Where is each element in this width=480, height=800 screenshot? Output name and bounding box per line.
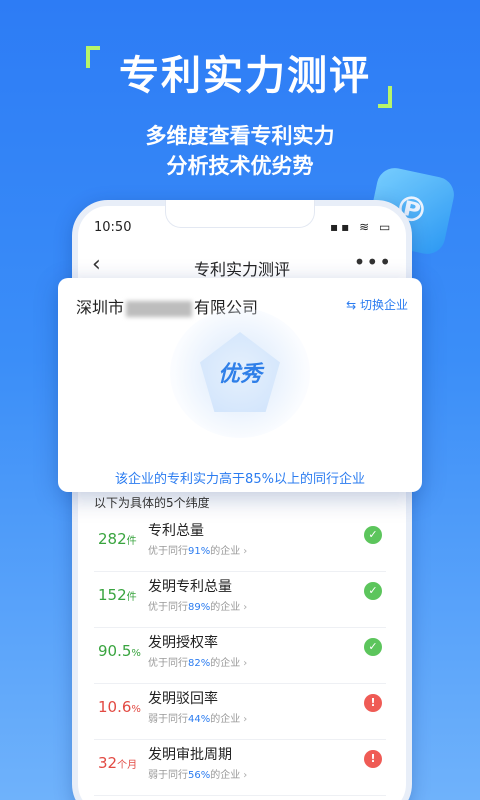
- bracket-decoration: [86, 46, 100, 68]
- chevron-right-icon: ›: [243, 714, 248, 725]
- dimension-name: 专利总量: [148, 523, 204, 539]
- dimension-name: 发明审批周期: [148, 747, 232, 763]
- warning-icon: !: [364, 750, 382, 768]
- dimension-row[interactable]: 32个月 发明审批周期弱于同行56%的企业 ›!: [94, 740, 386, 796]
- dimensions-title: 以下为具体的5个纬度: [94, 496, 210, 510]
- chevron-right-icon: ›: [243, 658, 248, 669]
- dimension-desc: 优于同行91%的企业 ›: [148, 546, 248, 557]
- hero-title: 专利实力测评: [119, 53, 371, 99]
- dimension-value: 282件: [98, 530, 137, 548]
- dimension-value: 90.5%: [98, 642, 141, 660]
- chevron-right-icon: ›: [243, 602, 248, 613]
- hero-banner: 专利实力测评 多维度查看专利实力 分析技术优劣势 ℗: [0, 0, 480, 258]
- dimension-name: 发明授权率: [148, 635, 218, 651]
- check-icon: ✓: [364, 638, 382, 656]
- dimension-value: 32个月: [98, 754, 138, 772]
- check-icon: ✓: [364, 526, 382, 544]
- dimension-desc: 弱于同行56%的企业 ›: [148, 770, 248, 781]
- status-time: 10:50: [94, 220, 132, 235]
- dimension-row[interactable]: 10.6% 发明驳回率弱于同行44%的企业 ›!: [94, 684, 386, 740]
- dimension-value: 10.6%: [98, 698, 141, 716]
- switch-label: 切换企业: [359, 298, 408, 312]
- company-name-prefix: 深圳市: [76, 298, 125, 317]
- hero-subtitle-1: 多维度查看专利实力: [145, 124, 335, 148]
- chevron-right-icon: ›: [243, 546, 248, 557]
- warning-icon: !: [364, 694, 382, 712]
- phone-notch: [165, 200, 315, 228]
- dimension-desc: 优于同行89%的企业 ›: [148, 602, 248, 613]
- dimension-row[interactable]: 90.5% 发明授权率优于同行82%的企业 › ✓: [94, 628, 386, 684]
- dimension-value: 152件: [98, 586, 137, 604]
- company-card: 深圳市 有限公司 ⇆ 切换企业 优秀 该企业的专利实力高于85%以上的同行企业: [58, 278, 422, 492]
- dimension-name: 发明驳回率: [148, 691, 218, 707]
- switch-company-button[interactable]: ⇆ 切换企业: [346, 296, 408, 313]
- bracket-decoration: [378, 86, 392, 108]
- status-icons: ▪▪ ≋ ▭: [330, 220, 394, 234]
- chevron-right-icon: ›: [243, 770, 248, 781]
- dimension-name: 发明专利总量: [148, 579, 232, 595]
- check-icon: ✓: [364, 582, 382, 600]
- dimension-desc: 弱于同行44%的企业 ›: [148, 714, 248, 725]
- dimension-row[interactable]: 282件 专利总量优于同行91%的企业 › ✓: [94, 516, 386, 572]
- dimension-row[interactable]: 152件 发明专利总量优于同行89%的企业 › ✓: [94, 572, 386, 628]
- redacted-text: [126, 300, 193, 317]
- rating-badge-text: 优秀: [217, 362, 262, 387]
- more-icon[interactable]: •••: [354, 250, 392, 274]
- summary-text: 该企业的专利实力高于85%以上的同行企业: [115, 472, 365, 487]
- switch-icon: ⇆: [346, 298, 357, 312]
- dimension-desc: 优于同行82%的企业 ›: [148, 658, 248, 669]
